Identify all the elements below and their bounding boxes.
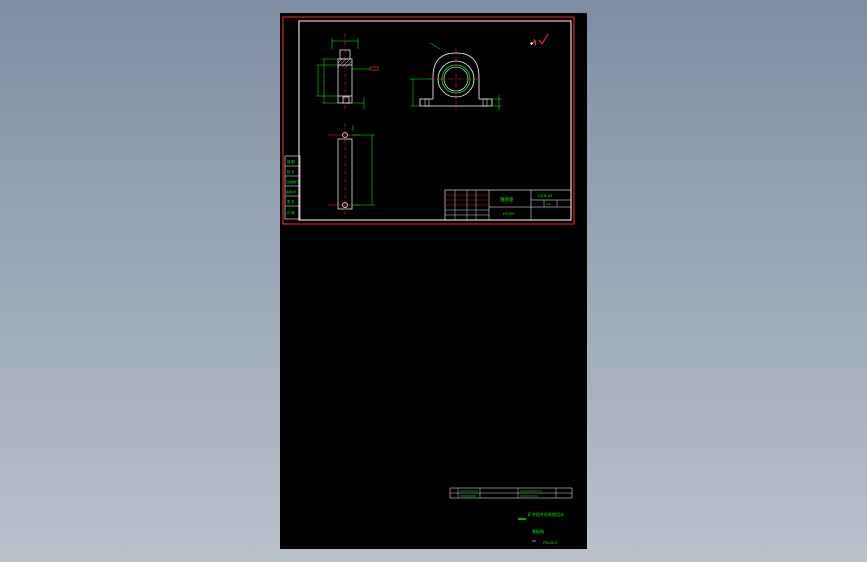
top-view-dimensions bbox=[352, 125, 375, 206]
document-number: JTSJ-00-Z bbox=[542, 541, 558, 545]
side-block: 描 图 校 对 旧底图总号 底图总号 签 字 日 期 bbox=[284, 155, 301, 220]
surface-roughness-icon: ✚ bbox=[530, 33, 549, 46]
parts-list-block bbox=[449, 487, 573, 499]
surface-roughness-callout bbox=[369, 66, 379, 71]
outer-frame bbox=[282, 16, 575, 225]
title-block: 轴承座 HT200 GZ-B-05 1:1 bbox=[444, 189, 572, 221]
side-label-2: 校 对 bbox=[287, 169, 295, 174]
drawing-number: GZ-B-05 bbox=[538, 194, 552, 198]
project-title: 矿井提升机系统设计 bbox=[528, 511, 564, 517]
side-label-4: 底图总号 bbox=[286, 190, 297, 194]
drawing-sheet[interactable]: 描 图 校 对 旧底图总号 底图总号 签 字 日 期 ✚ 轴承座 HT200 G… bbox=[280, 13, 587, 549]
drawing-type: 装配图 bbox=[532, 528, 544, 534]
side-label-3: 旧底图总号 bbox=[286, 180, 299, 184]
side-label-1: 描 图 bbox=[287, 159, 294, 164]
side-label-6: 日 期 bbox=[287, 210, 294, 215]
material-label: HT200 bbox=[503, 212, 514, 216]
side-section-view[interactable] bbox=[337, 33, 353, 111]
cad-drawing-canvas[interactable]: 描 图 校 对 旧底图总号 底图总号 签 字 日 期 ✚ 轴承座 HT200 G… bbox=[280, 13, 587, 549]
top-view[interactable] bbox=[328, 123, 360, 217]
bottom-title-block: 矿井提升机系统设计 装配图 JTSJ-00-Z bbox=[518, 511, 564, 545]
part-name: 轴承座 bbox=[500, 196, 514, 203]
side-label-5: 签 字 bbox=[287, 199, 294, 204]
scale-label: 1:1 bbox=[546, 202, 551, 206]
